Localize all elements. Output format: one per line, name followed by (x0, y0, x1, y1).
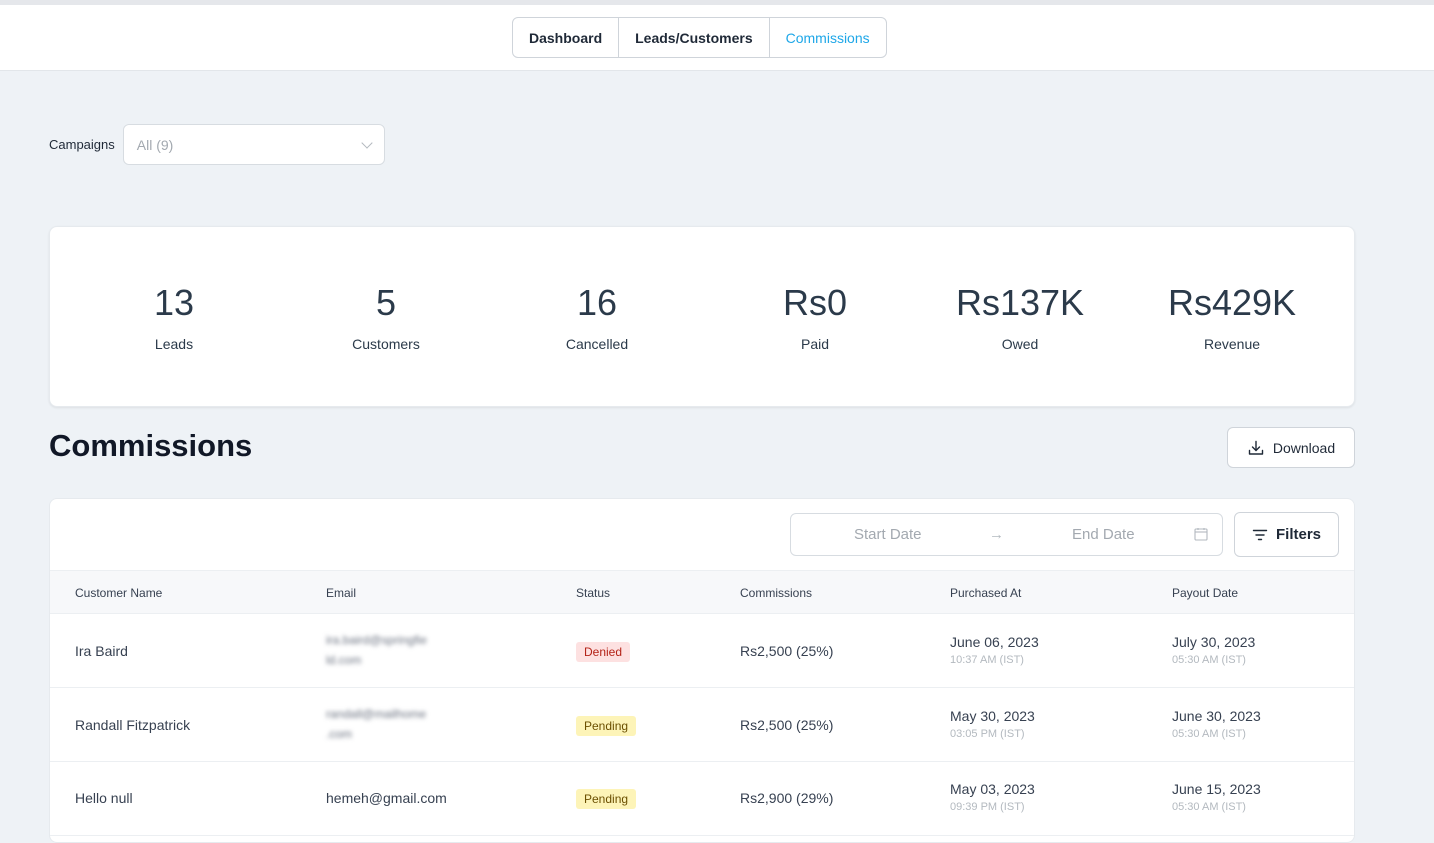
status-badge: Pending (576, 789, 637, 809)
email-line: randall@mailhome (326, 707, 427, 721)
customer-name: Hello null (75, 790, 133, 806)
stat-value: Rs429K (1167, 282, 1297, 323)
customer-name: Ira Baird (75, 643, 128, 659)
email-line: .com (326, 727, 353, 741)
column-header[interactable]: Email (326, 586, 356, 600)
stat-value: 5 (375, 282, 397, 323)
customer-name: Randall Fitzpatrick (75, 717, 191, 733)
column-header[interactable]: Customer Name (75, 586, 162, 600)
payout-time: 05:30 AM (IST) (1172, 801, 1246, 813)
end-date-input[interactable]: End Date (1072, 526, 1135, 543)
purchased-date: May 03, 2023 (950, 781, 1035, 797)
stat-cancelled: 16 Cancelled (477, 282, 717, 352)
arrow-right-icon: → (989, 526, 1004, 543)
tab-leads-customers[interactable]: Leads/Customers (619, 18, 770, 57)
stat-label: Revenue (1203, 336, 1261, 352)
column-header[interactable]: Commissions (740, 586, 812, 600)
payout-time: 05:30 AM (IST) (1172, 654, 1246, 666)
status-badge: Pending (576, 716, 637, 736)
commissions-table-card: Start Date → End Date Filters Customer N… (49, 498, 1355, 843)
payout-date: June 30, 2023 (1172, 708, 1261, 724)
filters-button[interactable]: Filters (1234, 512, 1339, 557)
page-title: Commissions (49, 428, 253, 463)
campaigns-label: Campaigns (49, 137, 115, 152)
stat-value: 13 (153, 282, 195, 323)
purchased-time: 03:05 PM (IST) (950, 728, 1025, 740)
date-range-picker[interactable]: Start Date → End Date (790, 513, 1223, 556)
table-row[interactable]: Randall Fitzpatrick randall@mailhome .co… (50, 688, 1354, 762)
table-row[interactable]: Hello null hemeh@gmail.com Pending Rs2,9… (50, 762, 1354, 836)
tab-commissions[interactable]: Commissions (770, 18, 886, 57)
payout-time: 05:30 AM (IST) (1172, 728, 1246, 740)
table-header: Customer Name Email Status Commissions P… (50, 570, 1354, 614)
stat-label: Leads (154, 336, 194, 352)
purchased-time: 10:37 AM (IST) (950, 654, 1024, 666)
stat-label: Customers (352, 336, 420, 352)
email-blurred: ira.baird@springfie ld.com (326, 630, 456, 670)
stat-value: Rs137K (955, 282, 1085, 323)
payout-date: July 30, 2023 (1172, 634, 1256, 650)
purchased-date: June 06, 2023 (950, 634, 1039, 650)
payout-date: June 15, 2023 (1172, 781, 1261, 797)
customer-email: hemeh@gmail.com (326, 790, 447, 806)
filter-icon (1252, 529, 1268, 540)
start-date-input[interactable]: Start Date (854, 526, 922, 543)
stats-card: 13 Leads 5 Customers 16 Cancelled Rs0 Pa… (49, 226, 1355, 407)
nav-tabs: Dashboard Leads/Customers Commissions (512, 17, 887, 58)
tab-dashboard[interactable]: Dashboard (513, 18, 620, 57)
stat-owed: Rs137K Owed (900, 282, 1140, 352)
campaigns-select[interactable]: All (9) (122, 124, 385, 165)
table-row[interactable]: Ira Baird ira.baird@springfie ld.com Den… (50, 614, 1354, 688)
stat-leads: 13 Leads (54, 282, 294, 352)
stat-label: Owed (1001, 336, 1039, 352)
column-header[interactable]: Status (576, 586, 610, 600)
commission-value: Rs2,500 (25%) (740, 717, 834, 733)
campaign-filter: Campaigns All (9) (49, 124, 385, 165)
stat-label: Cancelled (565, 336, 629, 352)
chevron-down-icon (361, 136, 373, 149)
email-line: ira.baird@springfie (326, 633, 427, 647)
download-button[interactable]: Download (1227, 427, 1355, 468)
email-blurred: randall@mailhome .com (326, 704, 456, 744)
download-icon (1248, 440, 1264, 455)
stat-value: 16 (576, 282, 618, 323)
stat-value: Rs0 (782, 282, 848, 323)
purchased-date: May 30, 2023 (950, 708, 1035, 724)
filters-label: Filters (1275, 526, 1321, 543)
commission-value: Rs2,500 (25%) (740, 643, 834, 659)
column-header[interactable]: Payout Date (1172, 586, 1238, 600)
download-label: Download (1272, 439, 1336, 456)
campaigns-select-value: All (9) (136, 136, 174, 153)
column-header[interactable]: Purchased At (950, 586, 1021, 600)
top-bar: Dashboard Leads/Customers Commissions (0, 0, 1434, 71)
stat-paid: Rs0 Paid (695, 282, 935, 352)
status-badge: Denied (576, 642, 631, 662)
stat-revenue: Rs429K Revenue (1112, 282, 1352, 352)
commission-value: Rs2,900 (29%) (740, 790, 834, 806)
stat-customers: 5 Customers (266, 282, 506, 352)
calendar-icon (1194, 528, 1208, 541)
purchased-time: 09:39 PM (IST) (950, 801, 1025, 813)
stat-label: Paid (800, 336, 830, 352)
email-line: ld.com (326, 653, 362, 667)
